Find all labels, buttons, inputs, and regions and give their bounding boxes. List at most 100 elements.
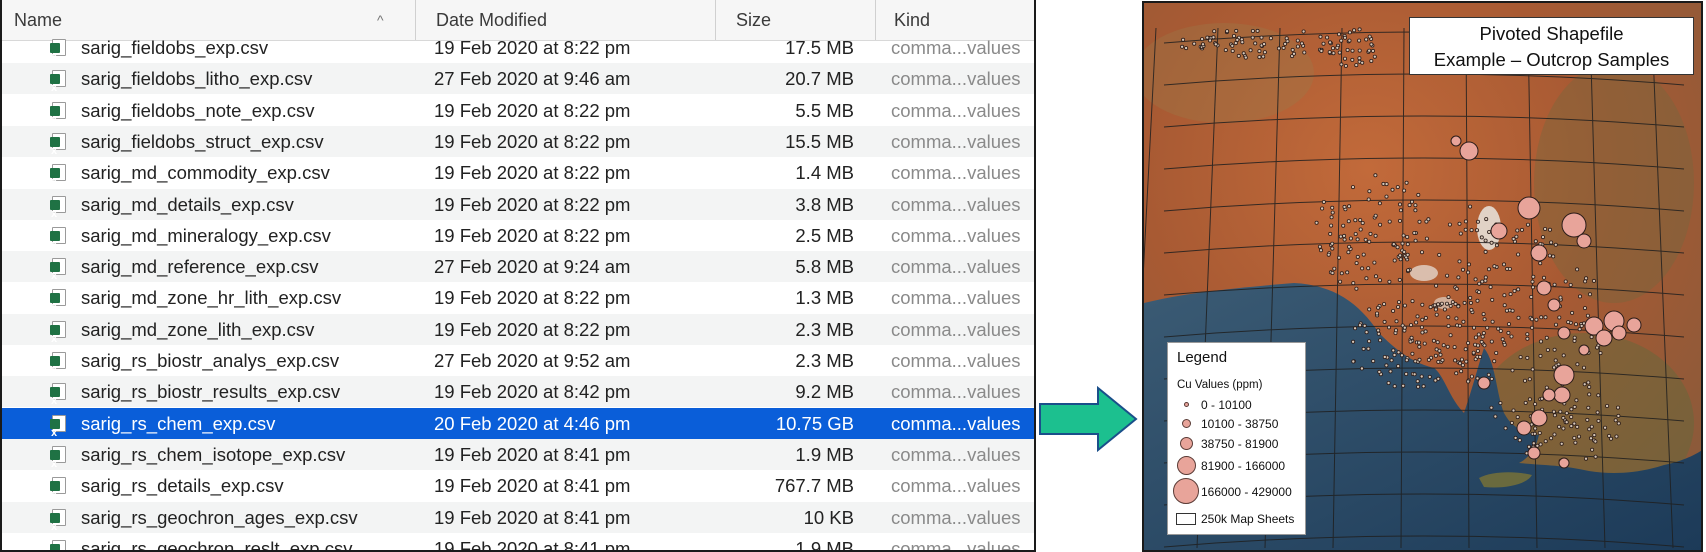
file-row[interactable]: Xsarig_md_details_exp.csv 19 Feb 2020 at … [2, 188, 1034, 220]
sample-point [1384, 363, 1389, 368]
file-row[interactable]: Xsarig_rs_geochron_ages_exp.csv 19 Feb 20… [2, 501, 1034, 533]
sample-point [1348, 236, 1353, 241]
file-row[interactable]: Xsarig_fieldobs_litho_exp.csv 27 Feb 2020… [2, 63, 1034, 95]
sample-point [1484, 217, 1489, 222]
file-row[interactable]: Xsarig_fieldobs_exp.csv 19 Feb 2020 at 8:… [2, 32, 1034, 63]
csv-file-icon: X [50, 477, 66, 500]
file-row[interactable]: Xsarig_md_zone_lith_exp.csv 19 Feb 2020 a… [2, 313, 1034, 345]
sample-point [1444, 301, 1449, 306]
sample-point [1463, 227, 1468, 232]
sample-point [1483, 278, 1488, 283]
file-row[interactable]: Xsarig_rs_geochron_reslt_exp.csv19 Feb 2… [2, 533, 1034, 550]
sample-point [1596, 418, 1601, 423]
sample-point [1530, 367, 1535, 372]
sample-point [1355, 254, 1360, 259]
sample-point [1459, 141, 1479, 161]
sample-point [1369, 59, 1374, 64]
map-panel: Pivoted Shapefile Example – Outcrop Samp… [1142, 1, 1703, 552]
sample-point [1424, 236, 1429, 241]
sample-point [1475, 348, 1480, 353]
sample-point [1276, 46, 1281, 51]
sample-point [1557, 326, 1571, 340]
sample-point [1377, 369, 1382, 374]
sample-point [1386, 380, 1391, 385]
file-row[interactable]: Xsarig_md_zone_hr_lith_exp.csv 19 Feb 202… [2, 282, 1034, 313]
file-name: sarig_fieldobs_exp.csv [81, 37, 269, 58]
file-row[interactable]: Xsarig_rs_biostr_analys_exp.csv 27 Feb 20… [2, 345, 1034, 376]
sample-point [1364, 276, 1369, 281]
file-row[interactable]: Xsarig_rs_chem_isotope_exp.csv 19 Feb 202… [2, 438, 1034, 470]
sample-point [1572, 404, 1577, 409]
sample-point [1373, 173, 1378, 178]
sample-point [1582, 382, 1587, 387]
map-title-line1: Pivoted Shapefile [1479, 23, 1624, 44]
sample-point [1329, 223, 1334, 228]
file-row[interactable]: Xsarig_md_commodity_exp.csv 19 Feb 2020 a… [2, 157, 1034, 188]
sample-point [1589, 424, 1594, 429]
sample-point [1378, 222, 1383, 227]
sample-point [1373, 213, 1378, 218]
sample-point [1337, 50, 1342, 55]
csv-file-icon: X [50, 445, 66, 469]
sample-point [1456, 304, 1461, 309]
sample-point [1364, 37, 1369, 42]
sample-point [1527, 397, 1532, 402]
file-date-modified: 19 Feb 2020 at 8:41 pm [434, 475, 631, 497]
sample-point [1543, 439, 1548, 444]
file-row[interactable]: Xsarig_md_mineralogy_exp.csv 19 Feb 2020 … [2, 220, 1034, 251]
sample-point [1401, 383, 1406, 388]
sample-point [1257, 49, 1262, 54]
sample-point [1373, 274, 1378, 279]
sample-point [1253, 41, 1258, 46]
sample-point [1384, 194, 1389, 199]
file-size: 5.8 MB [795, 256, 854, 278]
sample-point [1460, 363, 1465, 368]
sample-point [1507, 266, 1512, 271]
file-row-selected[interactable]: Xsarig_rs_chem_exp.csv 20 Feb 2020 at 4:4… [2, 407, 1034, 439]
sample-point [1395, 185, 1400, 190]
file-row[interactable]: Xsarig_fieldobs_struct_exp.csv 19 Feb 202… [2, 125, 1034, 157]
sample-point [1402, 249, 1407, 254]
sample-point [1405, 234, 1410, 239]
sample-point [1578, 344, 1590, 356]
sample-point [1351, 339, 1356, 344]
sample-point [1471, 350, 1476, 355]
file-size: 10.75 GB [775, 412, 854, 434]
sample-point [1487, 229, 1492, 234]
file-size: 2.5 MB [795, 224, 854, 246]
sample-point [1295, 44, 1300, 49]
sample-point [1420, 302, 1425, 307]
sample-point [1552, 413, 1557, 418]
file-row[interactable]: Xsarig_rs_details_exp.csv 19 Feb 2020 at … [2, 470, 1034, 501]
sample-point [1549, 240, 1554, 245]
file-kind: comma...values [891, 381, 1021, 403]
sample-point [1471, 325, 1476, 330]
file-row[interactable]: Xsarig_md_reference_exp.csv 27 Feb 2020 a… [2, 251, 1034, 283]
file-row[interactable]: Xsarig_fieldobs_note_exp.csv 19 Feb 2020 … [2, 95, 1034, 126]
file-name: sarig_md_details_exp.csv [81, 193, 294, 215]
sample-point [1243, 55, 1248, 60]
sample-point [1406, 268, 1411, 273]
sample-point [1525, 332, 1530, 337]
file-kind: comma...values [891, 350, 1021, 371]
sample-point [1511, 236, 1516, 241]
sample-point [1423, 315, 1428, 320]
file-row[interactable]: Xsarig_rs_biostr_results_exp.csv 19 Feb 2… [2, 376, 1034, 408]
sample-point [1240, 40, 1245, 45]
sample-point [1360, 60, 1365, 65]
file-name: sarig_rs_geochron_ages_exp.csv [81, 506, 358, 528]
sample-point [1232, 33, 1237, 38]
sample-point [1477, 376, 1491, 390]
sample-point [1374, 311, 1379, 316]
sample-point [1412, 372, 1417, 377]
sample-point [1347, 244, 1352, 249]
sample-point [1331, 51, 1336, 56]
sample-point [1424, 219, 1429, 224]
sample-point [1595, 329, 1613, 347]
sample-point [1461, 319, 1466, 324]
sample-point [1212, 29, 1217, 34]
file-kind: comma...values [891, 318, 1021, 340]
sample-point [1402, 303, 1407, 308]
sample-point [1616, 421, 1621, 426]
sample-point [1589, 334, 1594, 339]
